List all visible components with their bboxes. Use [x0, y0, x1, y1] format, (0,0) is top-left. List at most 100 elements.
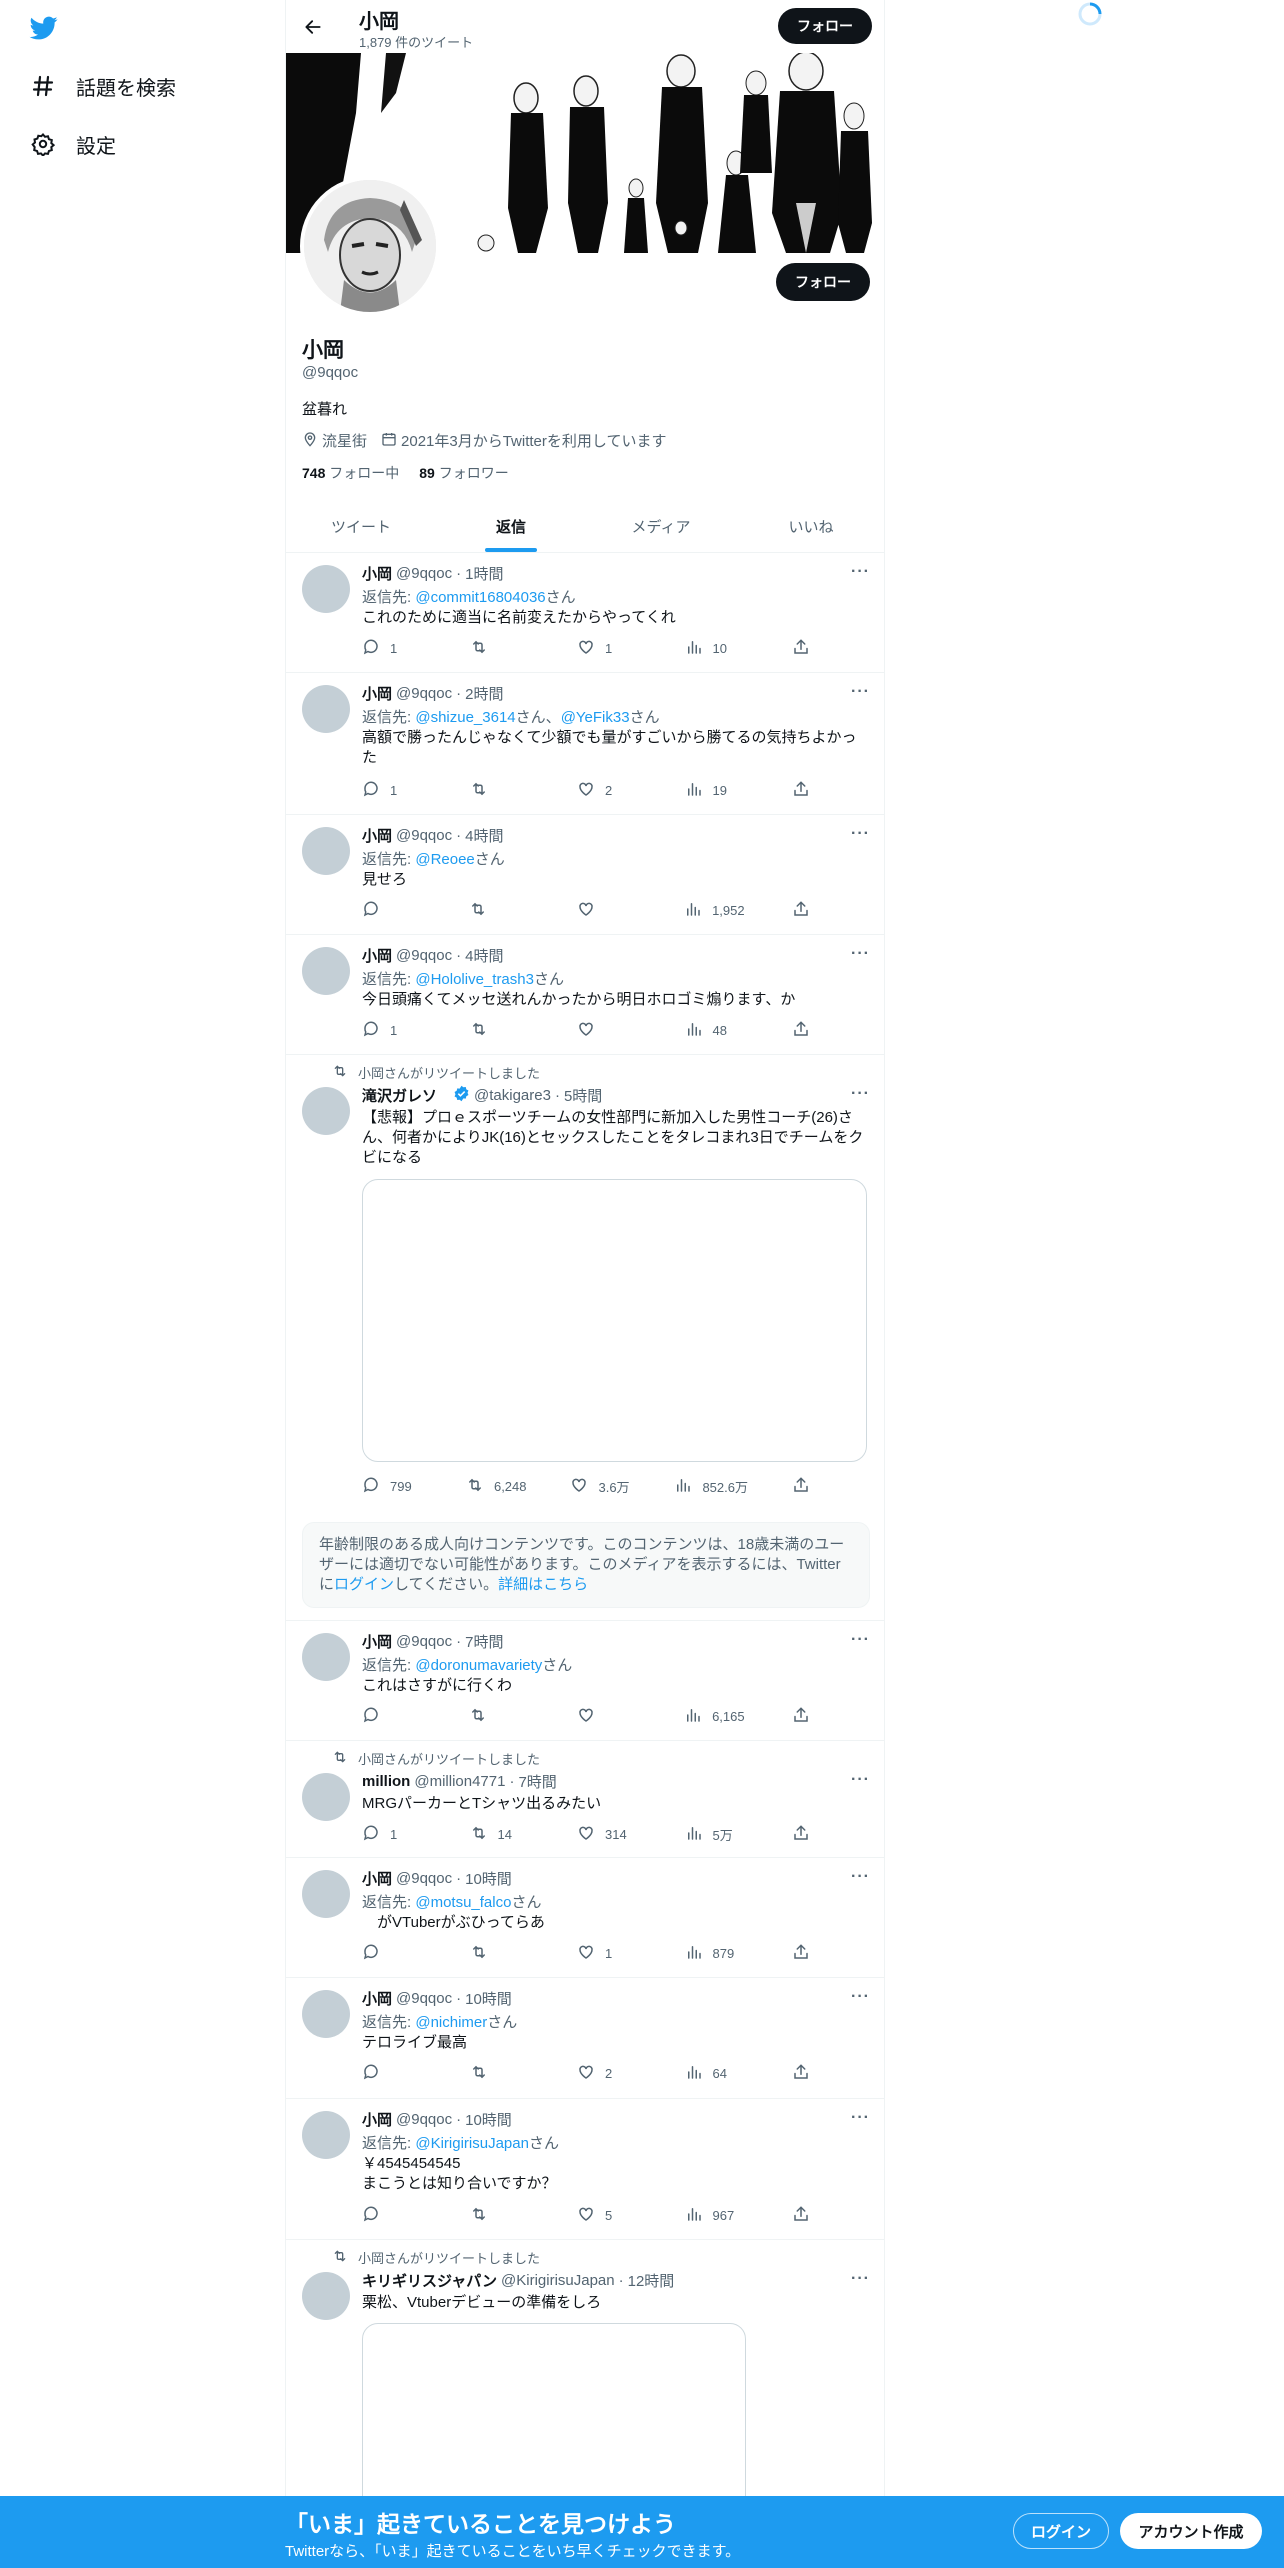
reply-to-link[interactable]: @commit16804036 [415, 589, 545, 606]
tweet-time[interactable]: 5時間 [564, 1085, 602, 1106]
more-options-icon[interactable]: ··· [851, 2270, 870, 2288]
tweet-item[interactable]: 小岡 @9qqoc · 4時間 ··· 返信先: @Reoeeさん 見せろ 1,952 [286, 815, 884, 935]
login-link[interactable]: ログイン [334, 1576, 394, 1593]
views-button[interactable]: 10 [685, 638, 745, 658]
views-button[interactable]: 64 [685, 2063, 745, 2083]
tweet-item[interactable]: 小岡さんがリツイートしました million @million4771 · 7時間 ·… [286, 1741, 884, 1858]
views-button[interactable]: 6,165 [684, 1706, 745, 1726]
avatar[interactable] [302, 2111, 350, 2159]
like-button[interactable] [577, 900, 637, 920]
following-link[interactable]: 748 フォロー中 [302, 463, 399, 483]
reply-to-link[interactable]: @doronumavariety [415, 1657, 542, 1674]
share-button[interactable] [792, 2205, 812, 2225]
share-button[interactable] [792, 2063, 812, 2083]
learn-more-link[interactable]: 詳細はこちら [498, 1576, 588, 1593]
share-button[interactable] [792, 1943, 812, 1963]
tweet-author-name[interactable]: 小岡 [362, 825, 392, 846]
tweet-author-name[interactable]: 小岡 [362, 1868, 392, 1889]
tweet-author-name[interactable]: 滝沢ガレソ [362, 1085, 437, 1106]
views-button[interactable]: 48 [685, 1020, 745, 1040]
retweet-button[interactable] [470, 2205, 530, 2225]
reply-to-link[interactable]: @YeFik33 [561, 709, 630, 726]
profile-avatar[interactable] [300, 176, 440, 316]
more-options-icon[interactable]: ··· [851, 2109, 870, 2127]
tweet-item[interactable]: 小岡 @9qqoc · 10時間 ··· 返信先: @motsu_falcoさん がV… [286, 1858, 884, 1978]
tweet-time[interactable]: 7時間 [518, 1771, 556, 1792]
reply-button[interactable]: 1 [362, 1824, 422, 1844]
avatar[interactable] [302, 1633, 350, 1681]
share-button[interactable] [792, 1020, 812, 1040]
login-button[interactable]: ログイン [1013, 2513, 1109, 2549]
like-button[interactable]: 5 [577, 2205, 637, 2225]
reply-button[interactable] [362, 1706, 422, 1726]
reply-to-link[interactable]: @Hololive_trash3 [415, 971, 534, 988]
tweet-item[interactable]: 小岡さんがリツイートしました 滝沢ガレソ @takigare3 · 5時間 ··· … [286, 1055, 884, 1621]
share-button[interactable] [792, 638, 812, 658]
like-button[interactable] [577, 1020, 637, 1040]
more-options-icon[interactable]: ··· [851, 1771, 870, 1789]
retweet-button[interactable] [469, 900, 529, 920]
tweet-author-name[interactable]: 小岡 [362, 1988, 392, 2009]
retweet-button[interactable]: 14 [470, 1824, 530, 1844]
avatar[interactable] [302, 1990, 350, 2038]
avatar[interactable] [302, 685, 350, 733]
sidebar-item-explore[interactable]: 話題を検索 [30, 66, 176, 106]
tweet-item[interactable]: 小岡 @9qqoc · 4時間 ··· 返信先: @Hololive_trash3さん… [286, 935, 884, 1055]
views-button[interactable]: 19 [685, 780, 745, 800]
share-button[interactable] [792, 900, 812, 920]
reply-button[interactable]: 1 [362, 780, 422, 800]
more-options-icon[interactable]: ··· [851, 1868, 870, 1886]
avatar[interactable] [302, 2272, 350, 2320]
reply-button[interactable]: 1 [362, 638, 422, 658]
reply-button[interactable] [362, 2205, 422, 2225]
tweet-time[interactable]: 2時間 [465, 683, 503, 704]
header-follow-button[interactable]: フォロー [778, 8, 872, 44]
reply-button[interactable] [362, 900, 422, 920]
tweet-time[interactable]: 12時間 [628, 2270, 675, 2291]
views-button[interactable]: 852.6万 [674, 1476, 748, 1496]
more-options-icon[interactable]: ··· [851, 825, 870, 843]
views-button[interactable]: 879 [685, 1943, 745, 1963]
retweet-button[interactable] [470, 780, 530, 800]
avatar[interactable] [302, 947, 350, 995]
more-options-icon[interactable]: ··· [851, 1988, 870, 2006]
tweet-time[interactable]: 10時間 [465, 1988, 512, 2009]
reply-button[interactable] [362, 2063, 422, 2083]
share-button[interactable] [792, 1706, 812, 1726]
like-button[interactable] [577, 1706, 637, 1726]
tweet-item[interactable]: 小岡 @9qqoc · 10時間 ··· 返信先: @KirigirisuJapanさ… [286, 2099, 884, 2240]
more-options-icon[interactable]: ··· [851, 1631, 870, 1649]
tab-tweets[interactable]: ツイート [286, 500, 436, 552]
avatar[interactable] [302, 827, 350, 875]
retweet-button[interactable]: 6,248 [466, 1476, 527, 1496]
like-button[interactable]: 3.6万 [570, 1476, 630, 1496]
share-button[interactable] [792, 780, 812, 800]
avatar[interactable] [302, 1773, 350, 1821]
views-button[interactable]: 1,952 [684, 900, 745, 920]
tweet-author-name[interactable]: キリギリスジャパン [362, 2270, 497, 2291]
tweet-time[interactable]: 7時間 [465, 1631, 503, 1652]
tweet-time[interactable]: 4時間 [465, 825, 503, 846]
like-button[interactable]: 1 [577, 1943, 637, 1963]
more-options-icon[interactable]: ··· [851, 683, 870, 701]
reply-to-link[interactable]: @KirigirisuJapan [415, 2135, 529, 2152]
share-button[interactable] [792, 1476, 812, 1496]
retweet-button[interactable] [470, 2063, 530, 2083]
views-button[interactable]: 5万 [685, 1824, 745, 1844]
like-button[interactable]: 2 [577, 2063, 637, 2083]
retweet-button[interactable] [470, 638, 530, 658]
more-options-icon[interactable]: ··· [851, 563, 870, 581]
tweet-item[interactable]: 小岡 @9qqoc · 1時間 ··· 返信先: @commit16804036さん … [286, 553, 884, 673]
avatar[interactable] [302, 1870, 350, 1918]
retweet-button[interactable] [469, 1706, 529, 1726]
views-button[interactable]: 967 [685, 2205, 745, 2225]
tweet-author-name[interactable]: 小岡 [362, 2109, 392, 2130]
tweet-item[interactable]: 小岡 @9qqoc · 10時間 ··· 返信先: @nichimerさん テロライブ… [286, 1978, 884, 2099]
followers-link[interactable]: 89 フォロワー [419, 463, 508, 483]
like-button[interactable]: 1 [577, 638, 637, 658]
avatar[interactable] [302, 1087, 350, 1135]
reply-to-link[interactable]: @motsu_falco [415, 1894, 511, 1911]
tweet-time[interactable]: 4時間 [465, 945, 503, 966]
tweet-author-name[interactable]: 小岡 [362, 1631, 392, 1652]
tweet-media[interactable] [362, 1179, 867, 1462]
